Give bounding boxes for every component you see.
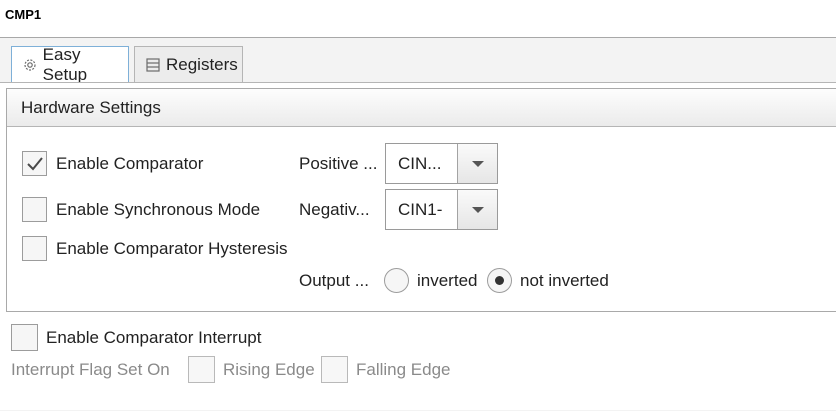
- tab-label: Registers: [166, 54, 238, 74]
- positive-input-value: CIN...: [386, 144, 459, 183]
- chevron-down-icon[interactable]: [458, 144, 497, 183]
- not-inverted-radio-label: not inverted: [520, 271, 609, 290]
- negative-input-select[interactable]: CIN1-: [385, 189, 498, 230]
- falling-edge-label: Falling Edge: [356, 360, 451, 379]
- tab-label: Easy Setup: [42, 45, 88, 84]
- inverted-radio[interactable]: [384, 268, 409, 293]
- rising-edge-checkbox[interactable]: [188, 356, 215, 383]
- group-title: Hardware Settings: [21, 98, 161, 117]
- enable-interrupt-checkbox[interactable]: [11, 324, 38, 351]
- not-inverted-radio[interactable]: [487, 268, 512, 293]
- enable-hysteresis-label: Enable Comparator Hysteresis: [56, 239, 288, 258]
- tab-registers[interactable]: Registers: [134, 46, 243, 82]
- tab-easy-setup[interactable]: Easy Setup: [11, 45, 129, 84]
- enable-comparator-label: Enable Comparator: [56, 154, 204, 173]
- enable-sync-mode-checkbox[interactable]: [22, 197, 47, 222]
- list-icon: [144, 56, 162, 74]
- enable-interrupt-label: Enable Comparator Interrupt: [46, 328, 262, 347]
- gear-icon: [21, 56, 39, 74]
- enable-sync-mode-label: Enable Synchronous Mode: [56, 200, 261, 219]
- window-title: CMP1: [5, 7, 42, 22]
- negative-input-value: CIN1-: [386, 190, 459, 229]
- positive-input-select[interactable]: CIN...: [385, 143, 498, 184]
- rising-edge-label: Rising Edge: [223, 360, 315, 379]
- negative-input-label: Negativ...: [299, 200, 370, 219]
- output-polarity-label: Output ...: [299, 271, 369, 290]
- checkmark-icon: [26, 156, 43, 170]
- interrupt-flag-label: Interrupt Flag Set On: [11, 360, 170, 379]
- inverted-radio-label: inverted: [417, 271, 478, 290]
- enable-comparator-checkbox[interactable]: [22, 151, 47, 176]
- positive-input-label: Positive ...: [299, 154, 378, 173]
- chevron-down-icon[interactable]: [458, 190, 497, 229]
- enable-hysteresis-checkbox[interactable]: [22, 236, 47, 261]
- radio-selected-dot: [495, 276, 504, 285]
- falling-edge-checkbox[interactable]: [321, 356, 348, 383]
